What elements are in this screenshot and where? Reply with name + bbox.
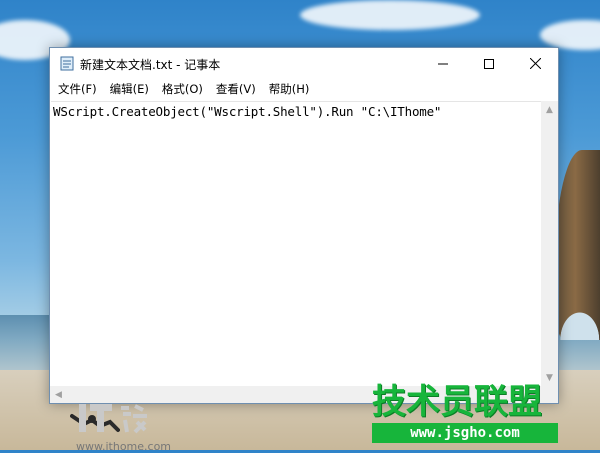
- minimize-button[interactable]: [420, 48, 466, 79]
- notepad-icon: [60, 56, 74, 71]
- ithome-url: www.ithome.com: [76, 440, 172, 453]
- text-editor-area[interactable]: WScript.CreateObject("Wscript.Shell").Ru…: [51, 101, 541, 453]
- minimize-icon: [438, 63, 448, 64]
- close-button[interactable]: [512, 48, 558, 79]
- scroll-up-arrow-icon[interactable]: ▲: [541, 101, 558, 118]
- watermark-url: www.jsgho.com: [372, 423, 558, 443]
- menu-file[interactable]: 文件(F): [56, 79, 104, 99]
- desktop-cloud: [540, 20, 600, 50]
- close-icon: [529, 58, 541, 69]
- window-title: 新建文本文档.txt - 记事本: [80, 58, 221, 72]
- watermark-title: 技术员联盟: [372, 382, 542, 422]
- menu-bar: 文件(F) 编辑(E) 格式(O) 查看(V) 帮助(H): [50, 79, 558, 99]
- title-bar[interactable]: 新建文本文档.txt - 记事本: [50, 48, 558, 79]
- desktop-rock-opening: [555, 305, 600, 340]
- menu-view[interactable]: 查看(V): [214, 79, 263, 99]
- editor-content[interactable]: WScript.CreateObject("Wscript.Shell").Ru…: [53, 104, 441, 119]
- desktop-cloud: [300, 0, 480, 30]
- ithome-logo: [79, 404, 147, 434]
- maximize-icon: [484, 58, 494, 69]
- notepad-window: 新建文本文档.txt - 记事本 文件(F) 编辑(E) 格式(O) 查看(V)…: [49, 47, 559, 453]
- jsgho-watermark: 技术员联盟 www.jsgho.com: [372, 383, 558, 443]
- scroll-left-arrow-icon[interactable]: ◀: [50, 386, 67, 403]
- menu-format[interactable]: 格式(O): [160, 79, 210, 99]
- menu-edit[interactable]: 编辑(E): [108, 79, 156, 99]
- maximize-button[interactable]: [466, 48, 512, 79]
- vertical-scrollbar[interactable]: ▲ ▼: [541, 101, 558, 386]
- menu-help[interactable]: 帮助(H): [267, 79, 317, 99]
